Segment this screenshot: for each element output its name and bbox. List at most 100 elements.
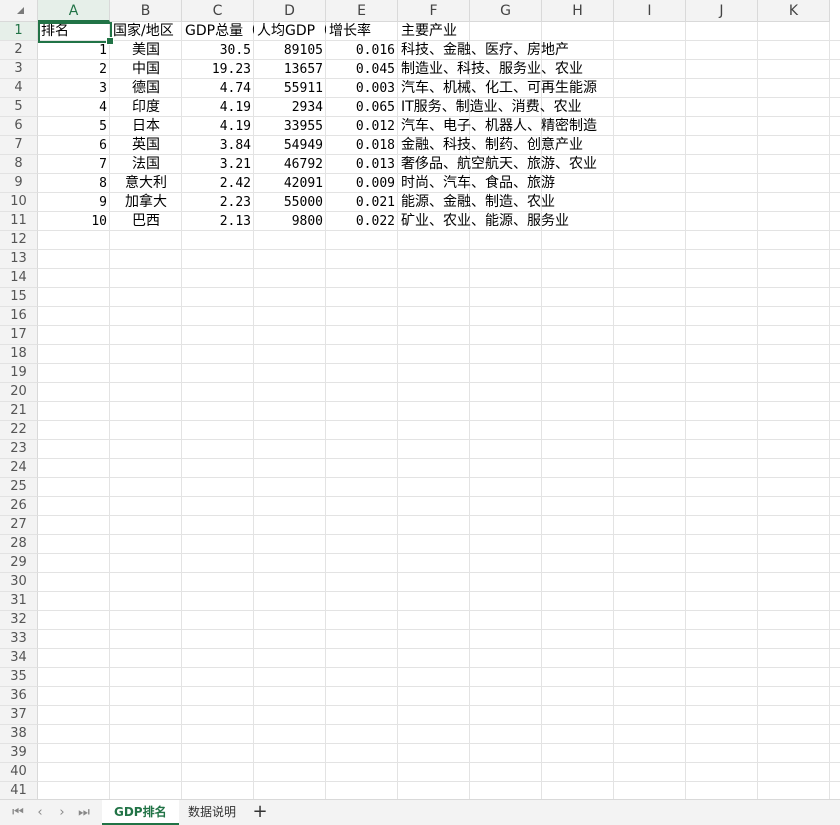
select-all-corner[interactable] [0, 0, 38, 22]
header-cell[interactable]: 人均GDP（ [254, 22, 326, 41]
table-cell[interactable]: 5 [38, 117, 110, 136]
table-cell[interactable]: 0.003 [326, 79, 398, 98]
column-header-h[interactable]: H [542, 0, 614, 22]
table-cell[interactable]: 德国 [110, 79, 182, 98]
table-cell[interactable]: 10 [38, 212, 110, 231]
row-header-9[interactable]: 9 [0, 174, 38, 193]
tab-data-notes[interactable]: 数据说明 [176, 800, 248, 825]
row-header-36[interactable]: 36 [0, 687, 38, 706]
row-header-41[interactable]: 41 [0, 782, 38, 799]
row-header-13[interactable]: 13 [0, 250, 38, 269]
table-cell[interactable]: 科技、金融、医疗、房地产 [398, 41, 636, 60]
spreadsheet-grid-area[interactable]: ABCDEFGHIJK 1 2 3 4 5 6 7 8 9 10 11 12 13 14 15 16 17 18 1… [0, 0, 840, 799]
prev-sheet-icon[interactable]: ‹ [30, 804, 50, 822]
row-header-28[interactable]: 28 [0, 535, 38, 554]
row-header-1[interactable]: 1 [0, 22, 38, 41]
table-cell[interactable]: 4.74 [182, 79, 254, 98]
table-cell[interactable]: 3 [38, 79, 110, 98]
table-cell[interactable]: 0.065 [326, 98, 398, 117]
table-cell[interactable]: 2 [38, 60, 110, 79]
row-header-29[interactable]: 29 [0, 554, 38, 573]
row-header-6[interactable]: 6 [0, 117, 38, 136]
row-header-24[interactable]: 24 [0, 459, 38, 478]
table-cell[interactable]: 3.84 [182, 136, 254, 155]
table-cell[interactable]: 13657 [254, 60, 326, 79]
table-cell[interactable]: 4 [38, 98, 110, 117]
table-cell[interactable]: 0.022 [326, 212, 398, 231]
table-cell[interactable]: 日本 [110, 117, 182, 136]
column-header-c[interactable]: C [182, 0, 254, 22]
row-header-27[interactable]: 27 [0, 516, 38, 535]
table-cell[interactable]: 55000 [254, 193, 326, 212]
table-cell[interactable]: 3.21 [182, 155, 254, 174]
column-header-a[interactable]: A [38, 0, 110, 22]
table-cell[interactable]: 0.012 [326, 117, 398, 136]
table-cell[interactable]: 加拿大 [110, 193, 182, 212]
row-header-20[interactable]: 20 [0, 383, 38, 402]
table-cell[interactable]: 2934 [254, 98, 326, 117]
column-header-j[interactable]: J [686, 0, 758, 22]
row-header-10[interactable]: 10 [0, 193, 38, 212]
table-cell[interactable]: 矿业、农业、能源、服务业 [398, 212, 636, 231]
table-cell[interactable]: 2.13 [182, 212, 254, 231]
row-header-17[interactable]: 17 [0, 326, 38, 345]
row-header-19[interactable]: 19 [0, 364, 38, 383]
row-header-16[interactable]: 16 [0, 307, 38, 326]
row-header-18[interactable]: 18 [0, 345, 38, 364]
table-cell[interactable]: 金融、科技、制药、创意产业 [398, 136, 636, 155]
row-header-5[interactable]: 5 [0, 98, 38, 117]
row-header-8[interactable]: 8 [0, 155, 38, 174]
table-cell[interactable]: 89105 [254, 41, 326, 60]
table-cell[interactable]: 奢侈品、航空航天、旅游、农业 [398, 155, 636, 174]
table-cell[interactable]: 能源、金融、制造、农业 [398, 193, 636, 212]
row-header-15[interactable]: 15 [0, 288, 38, 307]
row-header-11[interactable]: 11 [0, 212, 38, 231]
header-cell[interactable]: 主要产业 [398, 22, 614, 41]
row-header-38[interactable]: 38 [0, 725, 38, 744]
table-cell[interactable]: 8 [38, 174, 110, 193]
row-header-25[interactable]: 25 [0, 478, 38, 497]
table-cell[interactable]: 0.016 [326, 41, 398, 60]
table-cell[interactable]: 42091 [254, 174, 326, 193]
column-header-g[interactable]: G [470, 0, 542, 22]
table-cell[interactable]: 美国 [110, 41, 182, 60]
table-cell[interactable]: 中国 [110, 60, 182, 79]
row-header-12[interactable]: 12 [0, 231, 38, 250]
header-cell[interactable]: GDP总量（ [182, 22, 254, 41]
table-cell[interactable]: 30.5 [182, 41, 254, 60]
first-sheet-icon[interactable]: ⏮ [8, 804, 28, 822]
table-cell[interactable]: 0.013 [326, 155, 398, 174]
row-header-2[interactable]: 2 [0, 41, 38, 60]
table-cell[interactable]: 9 [38, 193, 110, 212]
header-cell[interactable]: 排名 [38, 22, 110, 41]
table-cell[interactable]: 制造业、科技、服务业、农业 [398, 60, 636, 79]
row-header-3[interactable]: 3 [0, 60, 38, 79]
row-header-14[interactable]: 14 [0, 269, 38, 288]
header-cell[interactable]: 增长率 [326, 22, 398, 41]
row-header-40[interactable]: 40 [0, 763, 38, 782]
row-header-7[interactable]: 7 [0, 136, 38, 155]
row-header-26[interactable]: 26 [0, 497, 38, 516]
table-cell[interactable]: 55911 [254, 79, 326, 98]
column-header-e[interactable]: E [326, 0, 398, 22]
table-cell[interactable]: 英国 [110, 136, 182, 155]
column-header-f[interactable]: F [398, 0, 470, 22]
table-cell[interactable]: 0.009 [326, 174, 398, 193]
table-cell[interactable]: 19.23 [182, 60, 254, 79]
table-cell[interactable]: 汽车、电子、机器人、精密制造 [398, 117, 636, 136]
table-cell[interactable]: IT服务、制造业、消费、农业 [398, 98, 636, 117]
row-header-34[interactable]: 34 [0, 649, 38, 668]
table-cell[interactable]: 46792 [254, 155, 326, 174]
row-header-4[interactable]: 4 [0, 79, 38, 98]
row-header-37[interactable]: 37 [0, 706, 38, 725]
row-header-35[interactable]: 35 [0, 668, 38, 687]
row-header-32[interactable]: 32 [0, 611, 38, 630]
row-header-33[interactable]: 33 [0, 630, 38, 649]
row-header-23[interactable]: 23 [0, 440, 38, 459]
table-cell[interactable]: 汽车、机械、化工、可再生能源 [398, 79, 636, 98]
next-sheet-icon[interactable]: › [52, 804, 72, 822]
last-sheet-icon[interactable]: ⏭ [74, 804, 94, 822]
column-header-b[interactable]: B [110, 0, 182, 22]
add-sheet-button[interactable]: + [249, 800, 271, 825]
row-header-30[interactable]: 30 [0, 573, 38, 592]
